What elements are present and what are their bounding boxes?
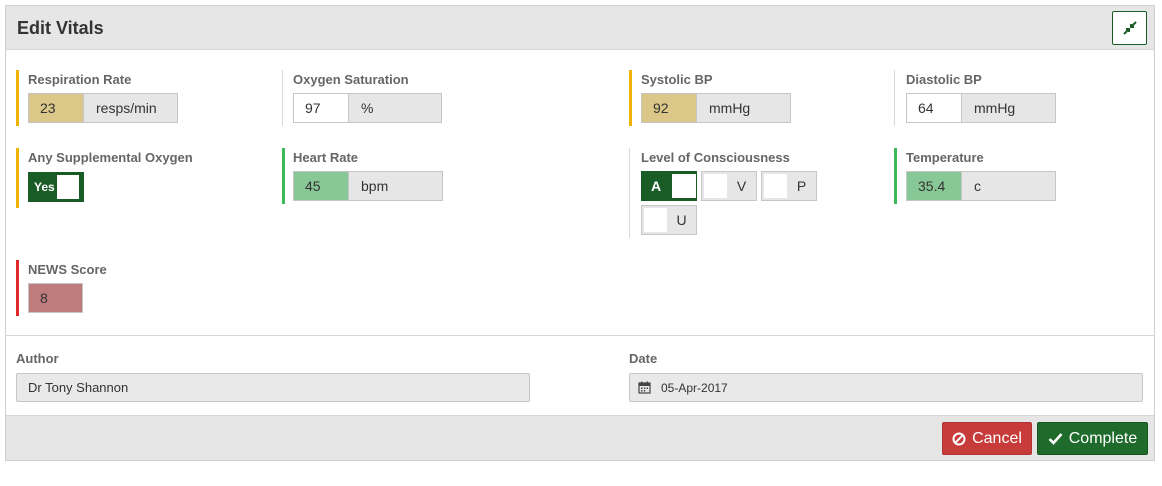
toggle-knob [57, 175, 79, 199]
divider [894, 70, 895, 126]
diastolic-bp-label: Diastolic BP [906, 72, 982, 87]
diastolic-bp-unit: mmHg [962, 94, 1055, 122]
option-letter: V [736, 178, 747, 194]
oxygen-saturation-input[interactable]: 97 % [293, 93, 442, 123]
date-field[interactable]: 05-Apr-2017 [629, 373, 1143, 402]
temperature-value[interactable]: 35.4 [907, 172, 962, 200]
status-bar-red [16, 260, 19, 316]
respiration-rate-input[interactable]: 23 resps/min [28, 93, 178, 123]
status-bar-amber [16, 148, 19, 208]
respiration-rate-value[interactable]: 23 [29, 94, 84, 122]
date-value: 05-Apr-2017 [661, 380, 728, 395]
news-score-input[interactable]: 8 [28, 283, 83, 313]
oxygen-saturation-value[interactable]: 97 [294, 94, 349, 122]
option-box [672, 174, 696, 198]
diastolic-bp-value[interactable]: 64 [907, 94, 962, 122]
check-icon [1048, 433, 1063, 445]
systolic-bp-input[interactable]: 92 mmHg [641, 93, 791, 123]
section-divider [5, 335, 1155, 336]
divider [629, 148, 630, 238]
supplemental-oxygen-label: Any Supplemental Oxygen [28, 150, 193, 165]
author-field[interactable]: Dr Tony Shannon [16, 373, 530, 402]
option-letter: U [676, 212, 687, 228]
status-bar-green [282, 148, 285, 204]
consciousness-option-p[interactable]: P [761, 171, 817, 201]
option-box [704, 174, 728, 198]
panel-footer: Cancel Complete [6, 415, 1154, 460]
author-value: Dr Tony Shannon [28, 380, 129, 395]
divider [282, 70, 283, 126]
temperature-input[interactable]: 35.4 c [906, 171, 1056, 201]
news-score-value[interactable]: 8 [29, 284, 82, 312]
panel-header: Edit Vitals [6, 6, 1154, 50]
page-title: Edit Vitals [17, 18, 104, 38]
news-score-label: NEWS Score [28, 262, 107, 277]
cancel-label: Cancel [972, 429, 1022, 447]
consciousness-option-v[interactable]: V [701, 171, 757, 201]
option-letter: A [650, 178, 662, 194]
temperature-label: Temperature [906, 150, 984, 165]
supplemental-oxygen-toggle[interactable]: Yes [28, 172, 84, 202]
consciousness-label: Level of Consciousness [641, 150, 790, 165]
option-box [644, 208, 668, 232]
author-label: Author [16, 351, 59, 366]
heart-rate-unit: bpm [349, 172, 442, 200]
systolic-bp-unit: mmHg [697, 94, 790, 122]
heart-rate-input[interactable]: 45 bpm [293, 171, 443, 201]
respiration-rate-label: Respiration Rate [28, 72, 132, 87]
status-bar-green [894, 148, 897, 204]
systolic-bp-value[interactable]: 92 [642, 94, 697, 122]
heart-rate-label: Heart Rate [293, 150, 359, 165]
temperature-unit: c [962, 172, 1055, 200]
oxygen-saturation-unit: % [349, 94, 441, 122]
status-bar-amber [16, 70, 19, 126]
cancel-button[interactable]: Cancel [942, 422, 1032, 455]
calendar-icon [638, 381, 651, 394]
compress-arrows-icon [1122, 21, 1137, 35]
heart-rate-value[interactable]: 45 [294, 172, 349, 200]
oxygen-saturation-label: Oxygen Saturation [293, 72, 409, 87]
diastolic-bp-input[interactable]: 64 mmHg [906, 93, 1056, 123]
ban-icon [952, 432, 966, 445]
status-bar-amber [629, 70, 632, 126]
date-label: Date [629, 351, 658, 366]
complete-button[interactable]: Complete [1037, 422, 1148, 455]
consciousness-option-a[interactable]: A [641, 171, 697, 201]
consciousness-option-u[interactable]: U [641, 205, 697, 235]
complete-label: Complete [1068, 429, 1138, 447]
collapse-button[interactable] [1112, 11, 1147, 45]
toggle-label: Yes [34, 180, 55, 194]
respiration-rate-unit: resps/min [84, 94, 177, 122]
option-letter: P [796, 178, 807, 194]
option-box [764, 174, 788, 198]
systolic-bp-label: Systolic BP [641, 72, 713, 87]
